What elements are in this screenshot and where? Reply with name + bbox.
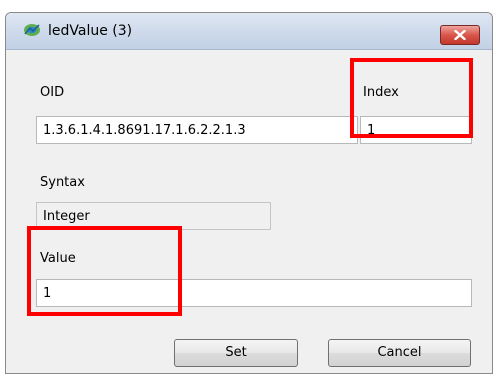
cancel-button[interactable]: Cancel (328, 339, 471, 367)
syntax-field (36, 202, 271, 230)
index-field[interactable] (360, 116, 472, 144)
value-field[interactable] (36, 279, 472, 307)
set-button[interactable]: Set (174, 339, 298, 367)
syntax-label: Syntax (40, 175, 85, 190)
title-bar[interactable]: ledValue (3) (6, 13, 492, 50)
dialog-content: OID Index Syntax Value Set Cancel (6, 50, 492, 373)
close-icon (454, 30, 466, 40)
index-label: Index (363, 85, 399, 100)
dialog-window: ledValue (3) OID Index Syntax Value Set … (5, 12, 493, 374)
snmp-app-icon (23, 22, 41, 38)
oid-field[interactable] (36, 116, 358, 144)
close-button[interactable] (440, 25, 480, 45)
window-title: ledValue (3) (48, 23, 133, 39)
value-label: Value (40, 251, 76, 266)
oid-label: OID (40, 85, 65, 100)
